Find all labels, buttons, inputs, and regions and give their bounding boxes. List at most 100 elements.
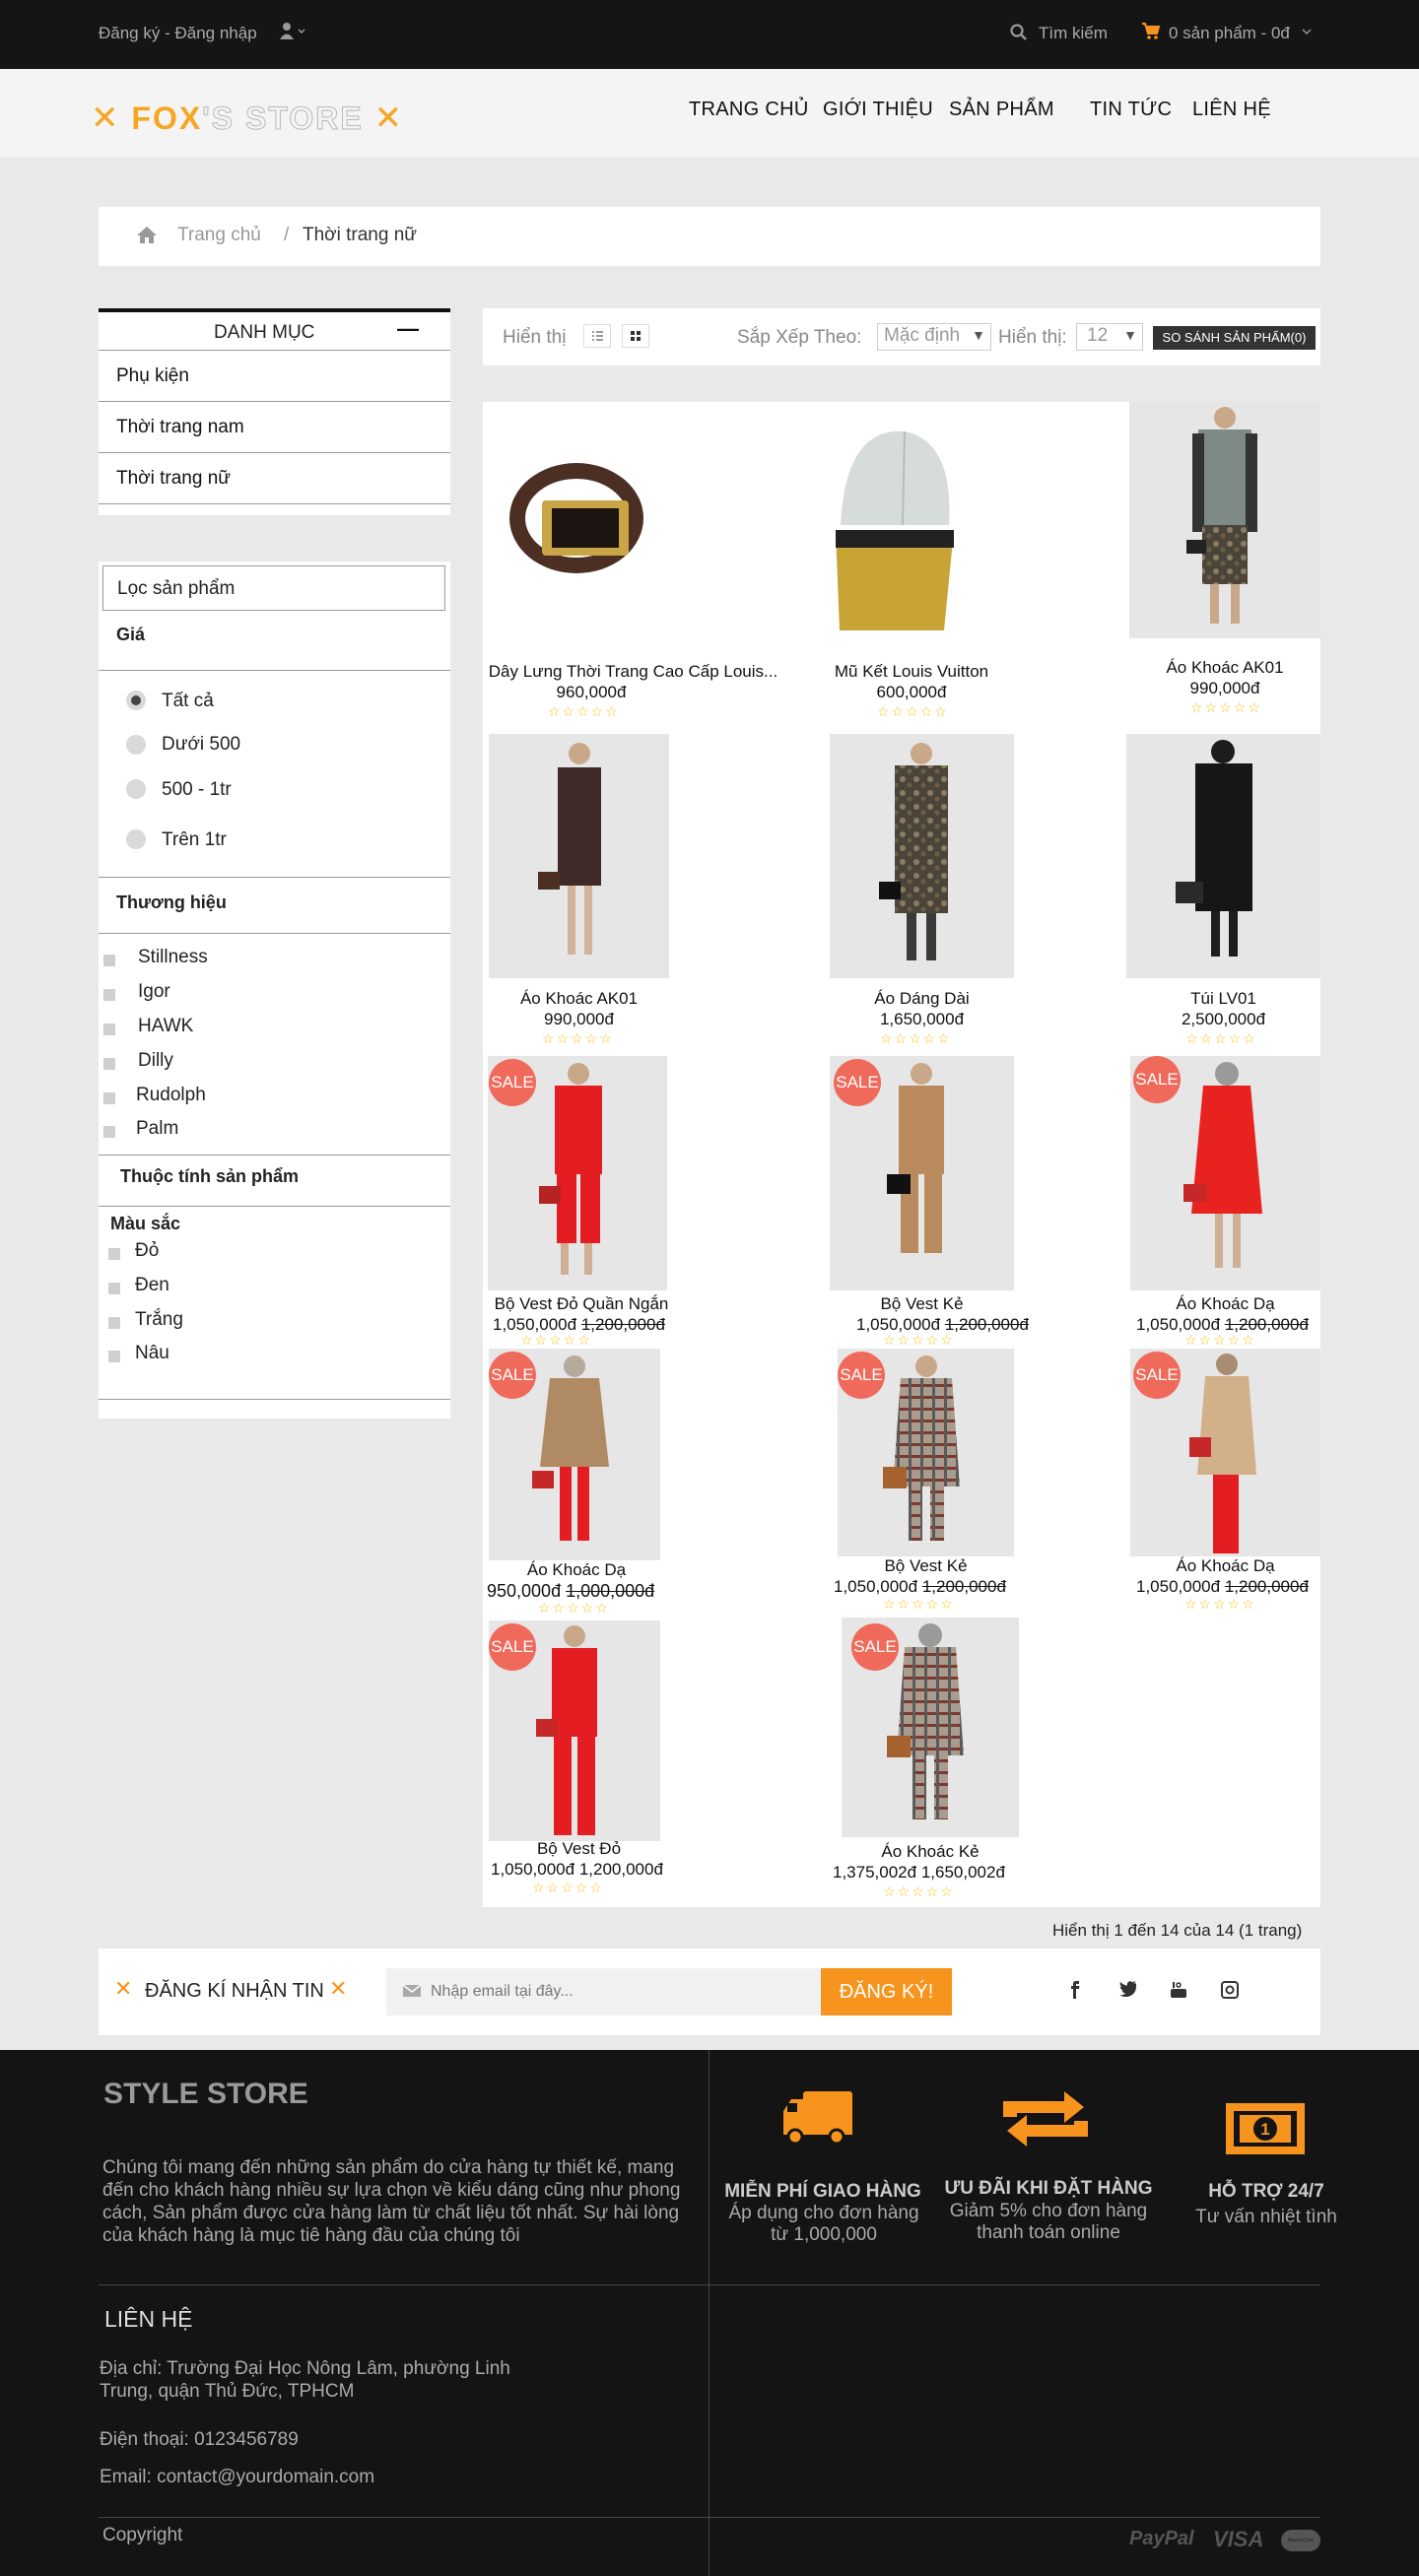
color-option[interactable]: Nâu	[135, 1343, 169, 1364]
show-select[interactable]: 12 ▼	[1076, 323, 1143, 351]
store-logo[interactable]: ✕ FOX'S STORE ✕	[91, 99, 404, 138]
nav-news[interactable]: TIN TỨC	[1090, 99, 1172, 121]
youtube-icon[interactable]	[1170, 1981, 1187, 2004]
product-name[interactable]: Bộ Vest Đỏ	[483, 1839, 675, 1859]
product-name[interactable]: Bộ Vest Đỏ Quần Ngắn	[483, 1294, 680, 1314]
product-image[interactable]	[1129, 402, 1320, 638]
price-option[interactable]: 500 - 1tr	[162, 779, 232, 801]
category-item[interactable]: Thời trang nữ	[99, 453, 450, 504]
subscribe-button[interactable]: ĐĂNG KÝ!	[821, 1968, 952, 2015]
account-link[interactable]: Đăng ký - Đăng nhập	[99, 24, 257, 43]
breadcrumb: Trang chủ / Thời trang nữ	[99, 207, 1320, 266]
product-name[interactable]: Áo Khoác AK01	[483, 989, 675, 1009]
old-price: 1,200,000đ	[921, 1577, 1006, 1596]
grid-view-icon[interactable]	[622, 324, 649, 348]
search-icon[interactable]	[1010, 24, 1028, 46]
brand-filter-title: Thương hiệu	[116, 892, 227, 912]
product-name[interactable]: Áo Khoác AK01	[1129, 658, 1320, 678]
color-checkbox[interactable]	[108, 1248, 120, 1260]
brand-option[interactable]: Igor	[138, 981, 170, 1003]
product-name[interactable]: Bộ Vest Kẻ	[830, 1294, 1014, 1314]
product-name[interactable]: Dây Lưng Thời Trang Cao Cấp Louis...	[483, 662, 783, 682]
rating-stars: ☆☆☆☆☆	[1185, 1030, 1257, 1046]
price-radio-over-1tr[interactable]	[126, 829, 146, 849]
rating-stars: ☆☆☆☆☆	[880, 1030, 952, 1046]
contact-phone: Điện thoại: 0123456789	[100, 2429, 299, 2450]
brand-checkbox[interactable]	[103, 1058, 115, 1070]
product-image[interactable]	[483, 402, 749, 653]
product-name[interactable]: Áo Khoác Dạ	[483, 1560, 670, 1580]
price-radio-all[interactable]	[126, 691, 146, 710]
chevron-down-icon: ▼	[1123, 327, 1137, 343]
show-label: Hiển thị:	[998, 327, 1067, 348]
price-radio-500-1tr[interactable]	[126, 779, 146, 799]
color-option[interactable]: Trắng	[135, 1309, 183, 1331]
old-price: 1,000,000đ	[566, 1581, 655, 1601]
product-price: 600,000đ	[876, 683, 947, 701]
product-name[interactable]: Áo Khoác Dạ	[1130, 1294, 1320, 1314]
search-link[interactable]: Tìm kiếm	[1039, 24, 1108, 43]
cart-summary[interactable]: 0 sản phẩm - 0đ	[1169, 24, 1290, 43]
collapse-icon[interactable]: —	[397, 316, 419, 342]
brand-option[interactable]: Palm	[136, 1118, 178, 1140]
rating-stars: ☆☆☆☆☆	[1184, 1332, 1256, 1348]
nav-contact[interactable]: LIÊN HỆ	[1192, 99, 1271, 121]
product-name[interactable]: Áo Khoác Dạ	[1130, 1556, 1320, 1576]
brand-option[interactable]: HAWK	[138, 1016, 193, 1037]
product-image[interactable]	[796, 402, 1062, 653]
contact-email[interactable]: Email: contact@yourdomain.com	[100, 2467, 374, 2488]
category-item[interactable]: Thời trang nam	[99, 402, 450, 453]
sale-badge: SALE	[834, 1059, 881, 1106]
product-price: 1,650,000đ	[879, 1010, 965, 1028]
twitter-icon[interactable]	[1119, 1981, 1137, 2002]
product-price: 990,000đ	[1189, 679, 1260, 697]
product-name[interactable]: Áo Dáng Dài	[830, 989, 1014, 1009]
brand-checkbox[interactable]	[103, 1092, 115, 1104]
cart-icon[interactable]	[1141, 22, 1161, 46]
price-radio-under-500[interactable]	[126, 735, 146, 755]
price-option[interactable]: Tất cả	[162, 691, 214, 712]
email-field[interactable]: Nhập email tại đây...	[386, 1968, 822, 2015]
copyright: Copyright	[102, 2525, 183, 2545]
color-checkbox[interactable]	[108, 1317, 120, 1329]
product-name[interactable]: Túi LV01	[1126, 989, 1320, 1009]
brand-checkbox[interactable]	[103, 1126, 115, 1138]
product-name[interactable]: Áo Khoác Kẻ	[842, 1842, 1019, 1862]
nav-home[interactable]: TRANG CHỦ	[689, 99, 809, 121]
home-icon[interactable]	[136, 225, 158, 250]
footer-divider	[99, 2517, 1320, 2518]
brand-option[interactable]: Dilly	[138, 1050, 173, 1072]
list-view-icon[interactable]	[583, 324, 611, 348]
sort-label: Sắp Xếp Theo:	[737, 327, 862, 348]
product-image[interactable]	[1126, 734, 1320, 978]
instagram-icon[interactable]	[1221, 1981, 1239, 2004]
sale-price: 950,000đ	[487, 1581, 562, 1601]
brand-checkbox[interactable]	[103, 1024, 115, 1035]
category-title: DANH MỤC	[214, 322, 315, 343]
user-icon[interactable]	[280, 22, 307, 46]
color-option[interactable]: Đen	[135, 1275, 169, 1296]
brand-checkbox[interactable]	[103, 989, 115, 1001]
brand-option[interactable]: Stillness	[138, 947, 208, 968]
color-checkbox[interactable]	[108, 1351, 120, 1362]
color-option[interactable]: Đỏ	[135, 1240, 159, 1262]
product-image[interactable]	[489, 734, 669, 978]
chevron-down-icon[interactable]	[1301, 22, 1313, 46]
brand-checkbox[interactable]	[103, 955, 115, 966]
facebook-icon[interactable]	[1069, 1981, 1081, 2004]
color-checkbox[interactable]	[108, 1283, 120, 1294]
sort-select[interactable]: Mặc định ▼	[877, 323, 991, 351]
sale-badge: SALE	[851, 1623, 899, 1671]
category-item[interactable]: Phụ kiện	[99, 351, 450, 402]
price-option[interactable]: Dưới 500	[162, 734, 240, 756]
brand-option[interactable]: Rudolph	[136, 1085, 206, 1106]
product-image[interactable]	[830, 734, 1014, 978]
nav-products[interactable]: SẢN PHẨM	[949, 99, 1054, 121]
product-name[interactable]: Mũ Kết Louis Vuitton	[808, 662, 1015, 682]
price-option[interactable]: Trên 1tr	[162, 829, 227, 851]
breadcrumb-home[interactable]: Trang chủ	[177, 225, 261, 246]
store-description: Chúng tôi mang đến những sản phẩm do cửa…	[102, 2157, 681, 2246]
nav-about[interactable]: GIỚI THIỆU	[823, 99, 933, 121]
product-name[interactable]: Bộ Vest Kẻ	[838, 1556, 1014, 1576]
compare-button[interactable]: SO SÁNH SẢN PHẨM(0)	[1153, 326, 1316, 350]
